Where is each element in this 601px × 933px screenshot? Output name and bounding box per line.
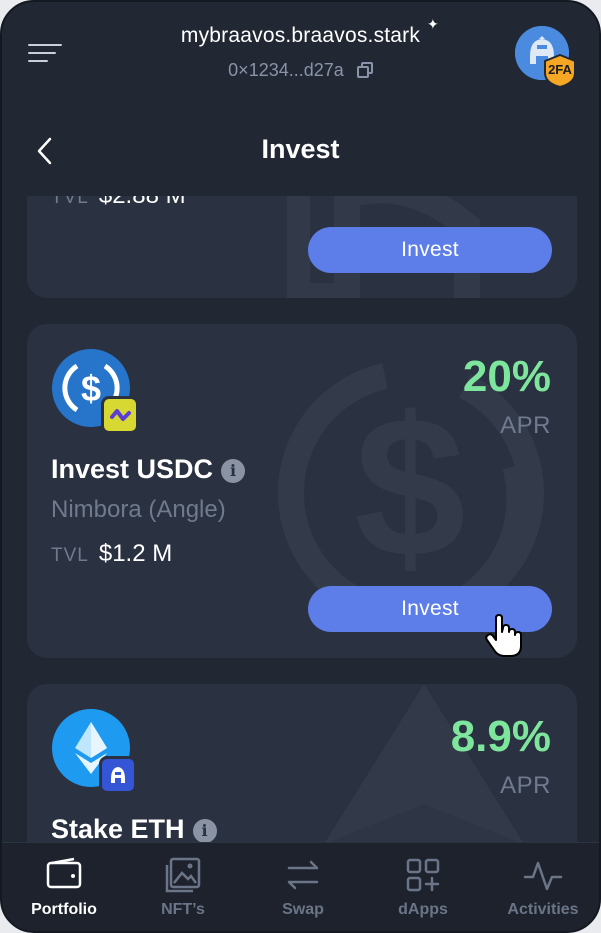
invest-list[interactable]: TVL$2.88 M Invest $ $ 20% APR <box>2 196 599 842</box>
nav-dapps[interactable]: dApps <box>363 855 483 919</box>
nav-activities[interactable]: Activities <box>483 855 599 919</box>
apr-label: APR <box>500 772 551 799</box>
svg-text:$: $ <box>354 376 465 599</box>
page-title: Invest <box>261 134 340 164</box>
card-title: Invest USDC i <box>51 454 246 485</box>
stake-card-eth: 8.9% APR Stake ETH i <box>27 684 577 842</box>
card-title: Stake ETH i <box>51 814 217 842</box>
copy-icon[interactable] <box>356 62 373 78</box>
protocol-name: Nimbora (Angle) <box>51 496 226 523</box>
bottom-navigation: Portfolio NFT’s Swap dApps Activities <box>2 842 599 931</box>
wallet-address: 0×1234...d27a <box>228 60 344 80</box>
swap-icon <box>287 860 319 890</box>
app-header: mybraavos.braavos.stark ✦ 0×1234...d27a … <box>2 2 599 112</box>
nav-portfolio[interactable]: Portfolio <box>4 855 124 919</box>
invest-button[interactable]: Invest <box>308 227 552 273</box>
svg-text:$: $ <box>81 368 101 409</box>
wallet-icon <box>46 857 82 889</box>
info-icon[interactable]: i <box>221 459 246 483</box>
nimbora-icon <box>101 396 139 434</box>
braavos-icon <box>99 756 137 794</box>
wallet-screen: mybraavos.braavos.stark ✦ 0×1234...d27a … <box>0 0 601 933</box>
tvl-value: $2.88 M <box>99 196 186 209</box>
tvl-row: TVL$2.88 M <box>51 196 186 210</box>
nav-nfts[interactable]: NFT’s <box>123 855 243 919</box>
invest-card-previous: TVL$2.88 M Invest <box>27 196 577 298</box>
tvl-value: $1.2 M <box>98 540 173 567</box>
account-name[interactable]: mybraavos.braavos.stark <box>2 24 599 48</box>
2fa-badge: 2FA <box>543 53 577 89</box>
address-row: 0×1234...d27a <box>2 60 599 81</box>
apr-label: APR <box>500 412 551 439</box>
info-icon[interactable]: i <box>192 819 217 842</box>
invest-card-usdc: $ $ 20% APR Invest USDC i Nimbora (Angle)… <box>27 324 577 658</box>
gallery-icon <box>165 857 201 893</box>
apr-value: 20% <box>462 352 551 401</box>
apr-value: 8.9% <box>450 712 551 761</box>
nav-swap[interactable]: Swap <box>243 855 363 919</box>
apps-icon <box>406 858 440 892</box>
eth-watermark-icon <box>325 684 523 842</box>
hand-pointer-cursor-icon <box>485 614 522 657</box>
activity-icon <box>523 861 563 891</box>
tvl-row: TVL $1.2 M <box>51 540 173 567</box>
sparkle-icon: ✦ <box>427 16 439 32</box>
